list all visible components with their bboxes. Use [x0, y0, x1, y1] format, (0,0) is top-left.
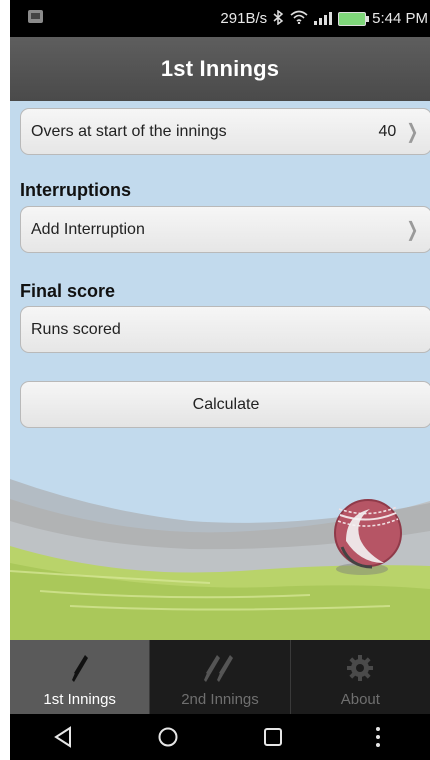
bat-icon [70, 649, 90, 687]
runs-scored-input[interactable]: Runs scored [20, 306, 430, 353]
tab-label: About [340, 691, 380, 708]
tab-bar: 1st Innings 2nd Innings About [10, 640, 430, 714]
home-icon[interactable] [138, 717, 198, 757]
overs-label: Overs at start of the innings [31, 122, 227, 140]
tab-label: 1st Innings [43, 691, 116, 708]
tab-2nd-innings[interactable]: 2nd Innings [150, 640, 291, 714]
menu-icon[interactable] [348, 717, 408, 757]
chevron-right-icon: ❯ [406, 219, 419, 241]
overs-row[interactable]: Overs at start of the innings 40 ❯ [20, 108, 430, 155]
recents-icon[interactable] [243, 717, 303, 757]
bluetooth-icon [273, 9, 284, 28]
wifi-icon [290, 10, 308, 28]
clock: 5:44 PM [372, 10, 428, 27]
final-score-heading: Final score [20, 281, 116, 301]
signal-icon [314, 12, 333, 25]
tab-label: 2nd Innings [181, 691, 259, 708]
system-nav-bar [10, 714, 430, 760]
gear-icon [346, 649, 374, 687]
chevron-right-icon: ❯ [406, 121, 419, 143]
back-icon[interactable] [33, 717, 93, 757]
calculate-button[interactable]: Calculate [20, 381, 430, 428]
left-border [0, 0, 10, 760]
runs-scored-placeholder: Runs scored [31, 320, 121, 338]
network-speed: 291B/s [220, 10, 268, 27]
battery-icon [338, 11, 370, 26]
tab-1st-innings[interactable]: 1st Innings [10, 640, 151, 714]
main-content: Overs at start of the innings 40 ❯ Inter… [10, 101, 430, 640]
notification-icon [28, 10, 43, 23]
tab-about[interactable]: About [291, 640, 430, 714]
add-interruption-row[interactable]: Add Interruption ❯ [20, 206, 430, 253]
two-bats-icon [203, 649, 237, 687]
status-bar: 291B/s 5:44 PM [10, 0, 430, 37]
phone-screen: 291B/s 5:44 PM 1st Innings Overs at star… [0, 0, 430, 760]
add-interruption-label: Add Interruption [31, 220, 145, 238]
overs-value: 40 [378, 122, 397, 140]
page-title: 1st Innings [10, 37, 430, 101]
interruptions-heading: Interruptions [20, 180, 131, 200]
